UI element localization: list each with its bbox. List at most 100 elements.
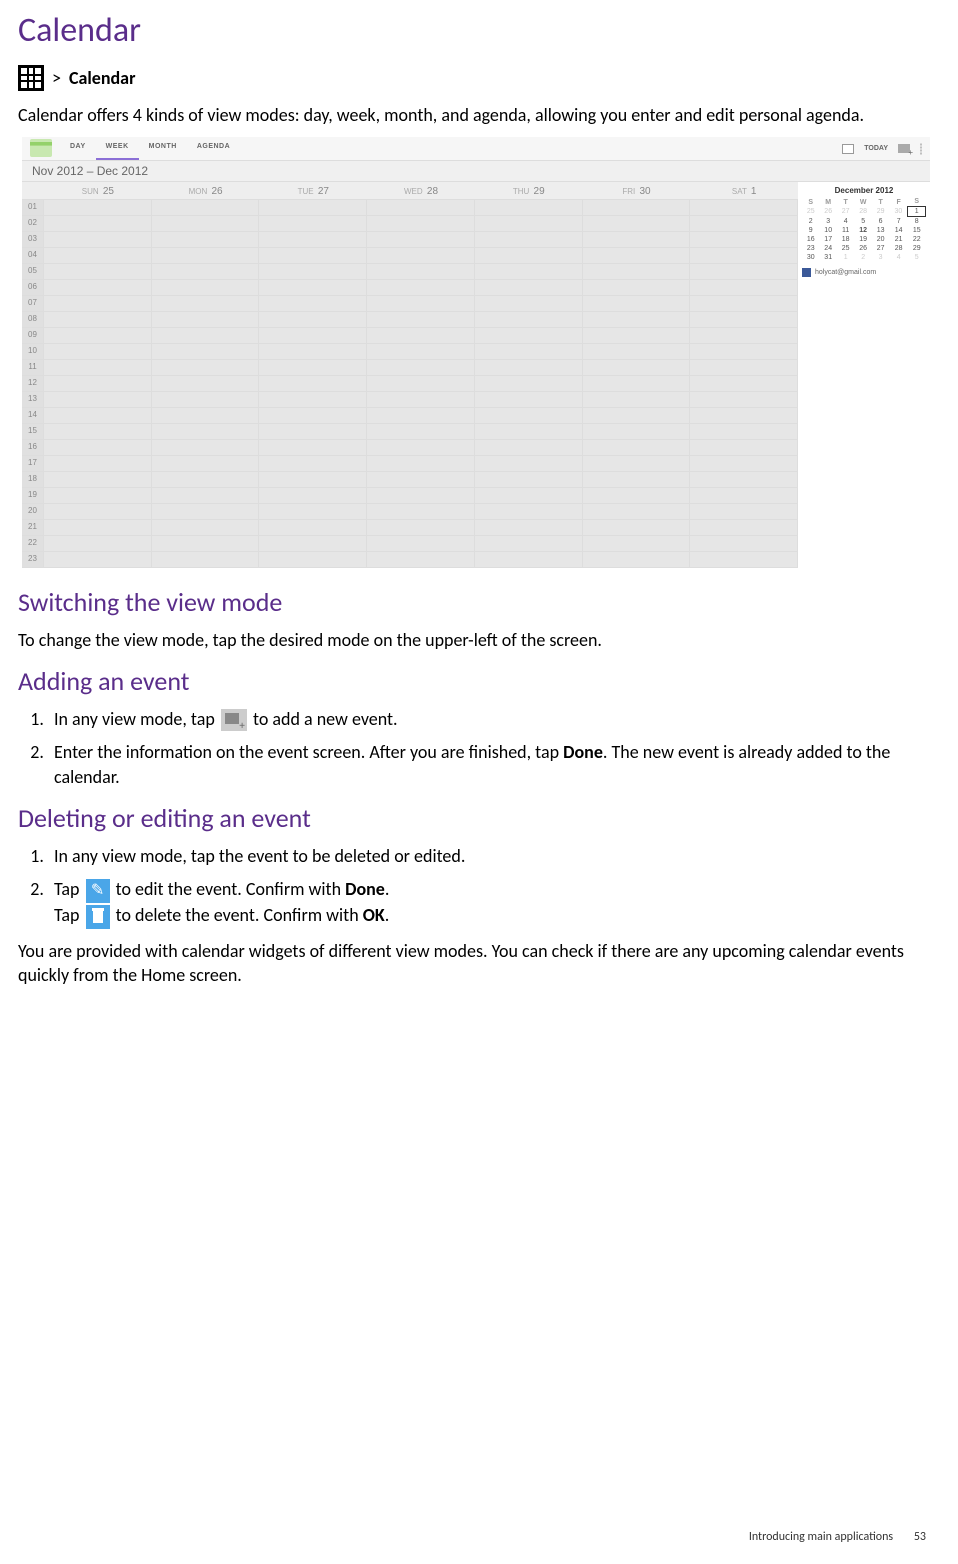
hour-slot [367,360,475,375]
add-step-2: Enter the information on the event scree… [48,740,930,790]
hour-slot [152,440,260,455]
hour-slot [44,536,152,551]
hour-slot [367,312,475,327]
del-step2-tap2: Tap [54,904,84,926]
hour-slot [152,392,260,407]
hour-slot [583,440,691,455]
hour-slot [475,328,583,343]
hour-label: 03 [22,232,44,247]
del-step2-tap1: Tap [54,878,84,900]
hour-slot [583,280,691,295]
hour-slot [152,408,260,423]
hour-slot [44,504,152,519]
calendar-account: holycat@gmail.com [802,268,926,277]
mini-day-cell: 5 [908,253,926,262]
switching-view-text: To change the view mode, tap the desired… [18,628,930,652]
hour-slot [152,328,260,343]
mini-day-cell: 18 [837,235,854,244]
hour-slot [583,248,691,263]
hour-slot [475,456,583,471]
hour-slot [475,296,583,311]
done-label-2: Done [345,878,385,900]
hour-slot [475,440,583,455]
hour-slot [259,216,367,231]
hour-label: 10 [22,344,44,359]
mini-day-cell: 25 [802,207,819,217]
hour-slot [44,440,152,455]
hour-slot [44,312,152,327]
hour-slot [475,200,583,215]
hour-slot [259,360,367,375]
hour-row: 12 [22,376,798,392]
add-step2-pre: Enter the information on the event scree… [54,741,563,763]
calendar-app-screenshot: DAYWEEKMONTHAGENDA TODAY Nov 2012 – Dec … [22,137,930,568]
hour-slot [44,488,152,503]
hour-slot [44,216,152,231]
hour-slot [583,504,691,519]
hour-slot [475,312,583,327]
del-step2-delmid: to delete the event. Confirm with [112,904,363,926]
hour-slot [44,360,152,375]
mini-day-cell: 10 [819,226,836,235]
hour-slot [44,408,152,423]
hour-slot [583,360,691,375]
hour-slot [690,472,798,487]
mini-day-cell: 21 [889,235,908,244]
day-header-cell: THU 29 [475,182,583,199]
hour-slot [583,376,691,391]
hour-slot [367,424,475,439]
hour-slot [259,504,367,519]
hour-slot [583,264,691,279]
hour-slot [152,536,260,551]
hour-label: 16 [22,440,44,455]
mini-day-cell: 11 [837,226,854,235]
hour-label: 17 [22,456,44,471]
view-tab-day: DAY [60,137,96,160]
hour-row: 13 [22,392,798,408]
hour-label: 02 [22,216,44,231]
del-step2-editmid: to edit the event. Confirm with [112,878,346,900]
hour-row: 09 [22,328,798,344]
hour-slot [259,232,367,247]
hour-slot [44,344,152,359]
hour-slot [44,328,152,343]
mini-day-cell: 4 [889,253,908,262]
day-header-cell: FRI 30 [583,182,691,199]
hour-row: 07 [22,296,798,312]
hour-label: 09 [22,328,44,343]
hour-slot [475,216,583,231]
hour-slot [152,200,260,215]
mini-month-panel: December 2012 SMTWTFS 252627282930123456… [798,182,930,568]
hour-slot [152,376,260,391]
hour-row: 16 [22,440,798,456]
mini-day-cell: 13 [872,226,889,235]
hour-grid: 0102030405060708091011121314151617181920… [22,200,798,568]
hour-slot [152,216,260,231]
day-header-cell: TUE 27 [259,182,367,199]
hour-slot [690,344,798,359]
hour-slot [44,472,152,487]
hour-slot [367,232,475,247]
hour-slot [583,424,691,439]
hour-slot [690,296,798,311]
hour-slot [690,280,798,295]
breadcrumb-sep: > [52,67,61,89]
mini-dow-cell: F [889,197,908,207]
hour-slot [583,296,691,311]
add-step-1: In any view mode, tap to add a new event… [48,707,930,732]
mini-month-title: December 2012 [802,186,926,195]
hour-slot [475,360,583,375]
hour-slot [690,488,798,503]
hour-label: 15 [22,424,44,439]
hour-label: 01 [22,200,44,215]
mini-day-cell: 28 [889,244,908,253]
hour-slot [259,536,367,551]
mini-day-cell: 20 [872,235,889,244]
hour-row: 21 [22,520,798,536]
mini-dow-cell: T [872,197,889,207]
hour-slot [367,440,475,455]
del-step-2: Tap to edit the event. Confirm with Done… [48,877,930,928]
hour-slot [259,424,367,439]
hour-slot [475,424,583,439]
mini-dow-cell: S [802,197,819,207]
